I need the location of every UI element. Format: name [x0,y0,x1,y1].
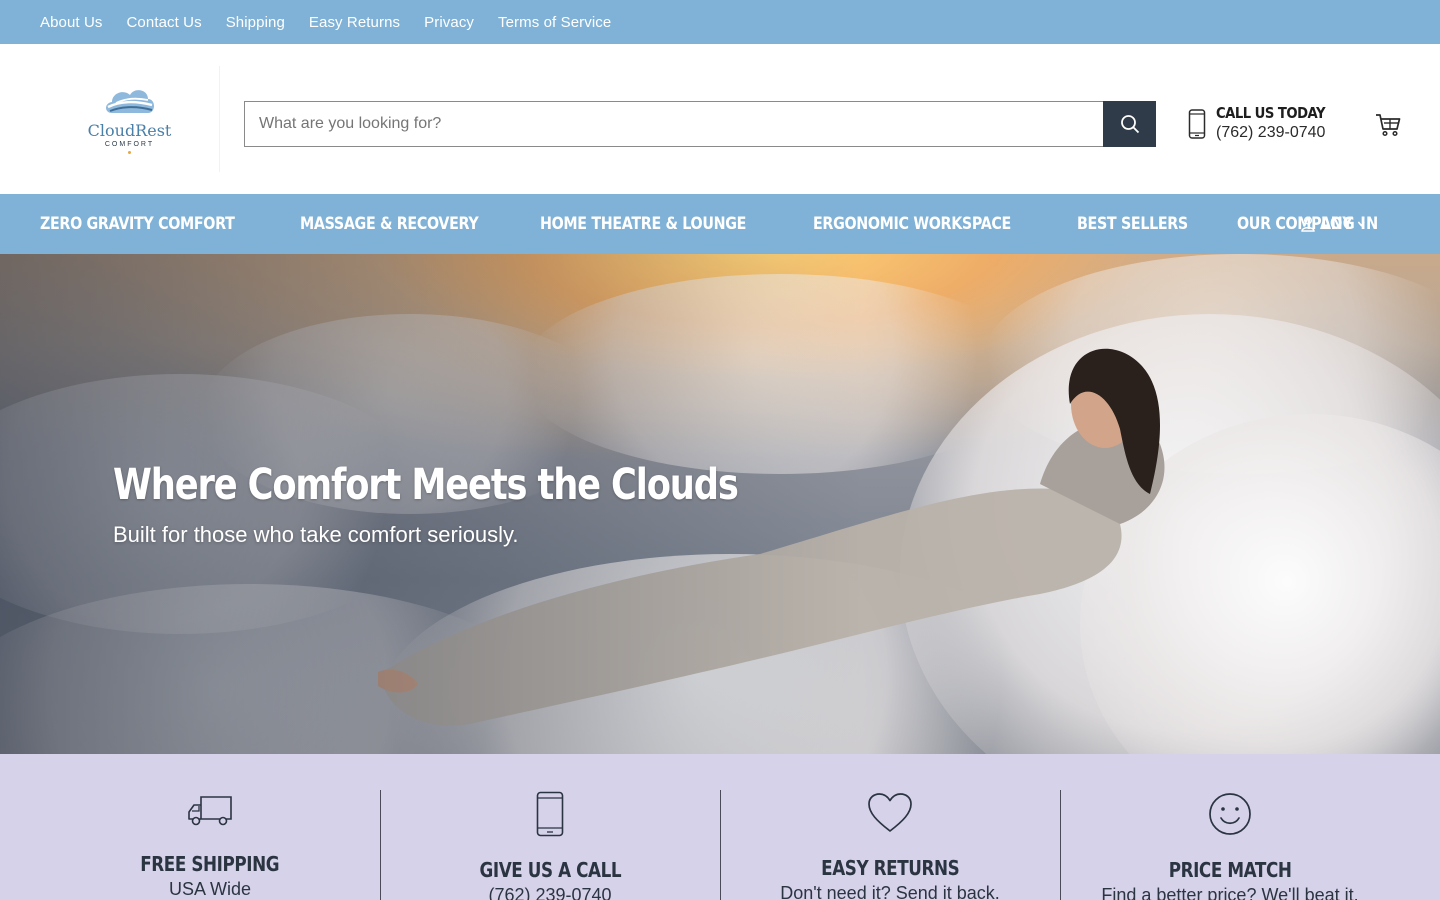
hero-subtitle: Built for those who take comfort serious… [113,522,519,547]
link-privacy[interactable]: Privacy [424,14,474,31]
feature-give-us-a-call: GIVE US A CALL (762) 239-0740 [380,754,720,900]
main-nav: ZERO GRAVITY COMFORT MASSAGE & RECOVERY … [0,194,1440,254]
nav-massage-recovery[interactable]: MASSAGE & RECOVERY [299,214,479,234]
heart-icon [868,793,912,832]
feature-title: EASY RETURNS [820,856,960,880]
nav-label: BEST SELLERS [1076,214,1188,234]
search-bar [244,101,1156,147]
login-link[interactable]: LOG IN [1301,194,1388,254]
smiley-icon [1209,793,1251,835]
feature-title: FREE SHIPPING [140,852,280,876]
cart-icon [1376,114,1401,137]
logo-subtitle: COMFORT [104,140,155,148]
nav-label: MASSAGE & RECOVERY [299,214,479,234]
link-terms-of-service[interactable]: Terms of Service [498,14,611,31]
nav-label: HOME THEATRE & LOUNGE [540,214,747,234]
logo-name: CloudRest [87,120,172,140]
utility-bar: About Us Contact Us Shipping Easy Return… [0,0,1440,44]
feature-text[interactable]: (762) 239-0740 [488,885,611,900]
call-us[interactable]: CALL US TODAY (762) 239-0740 [1188,104,1340,144]
logo-dot [128,150,131,154]
nav-label: ZERO GRAVITY COMFORT [40,214,235,234]
feature-title: PRICE MATCH [1168,858,1292,882]
feature-title: GIVE US A CALL [479,858,621,882]
nav-best-sellers[interactable]: BEST SELLERS [1077,214,1188,234]
nav-label: ERGONOMIC WORKSPACE [813,214,1012,234]
link-contact-us[interactable]: Contact Us [127,14,202,31]
login-label: LOG IN [1321,214,1379,234]
truck-icon [188,796,232,826]
nav-home-theatre-lounge[interactable]: HOME THEATRE & LOUNGE [540,214,746,234]
feature-free-shipping: FREE SHIPPING USA Wide [0,754,380,900]
feature-price-match: PRICE MATCH Find a better price? We'll b… [1060,754,1400,900]
user-icon [1301,216,1315,232]
link-easy-returns[interactable]: Easy Returns [309,14,400,31]
search-button[interactable] [1103,101,1156,147]
feature-text: Don't need it? Send it back. [780,883,1000,900]
cloud-logo-icon [105,89,154,113]
feature-text: USA Wide [168,879,252,899]
site-header: CloudRest COMFORT CALL US TODAY (762) 23… [0,44,1440,194]
feature-easy-returns: EASY RETURNS Don't need it? Send it back… [720,754,1060,900]
feature-text: Find a better price? We'll beat it. [1101,885,1359,900]
nav-zero-gravity-comfort[interactable]: ZERO GRAVITY COMFORT [40,214,235,234]
store-logo[interactable]: CloudRest COMFORT [40,66,220,172]
hero-banner[interactable]: Where Comfort Meets the Clouds Built for… [0,254,1440,754]
call-title: CALL US TODAY [1216,104,1326,123]
phone-icon [1188,109,1206,139]
search-input[interactable] [244,101,1103,147]
nav-ergonomic-workspace[interactable]: ERGONOMIC WORKSPACE [813,214,1011,234]
cart-button[interactable] [1374,110,1402,138]
search-icon [1120,115,1139,134]
link-shipping[interactable]: Shipping [226,14,285,31]
call-phone[interactable]: (762) 239-0740 [1216,124,1340,142]
hero-title: Where Comfort Meets the Clouds [113,460,739,510]
link-about-us[interactable]: About Us [40,14,103,31]
phone-icon [536,791,564,837]
feature-strip: FREE SHIPPING USA Wide GIVE US A CALL (7… [0,754,1440,900]
